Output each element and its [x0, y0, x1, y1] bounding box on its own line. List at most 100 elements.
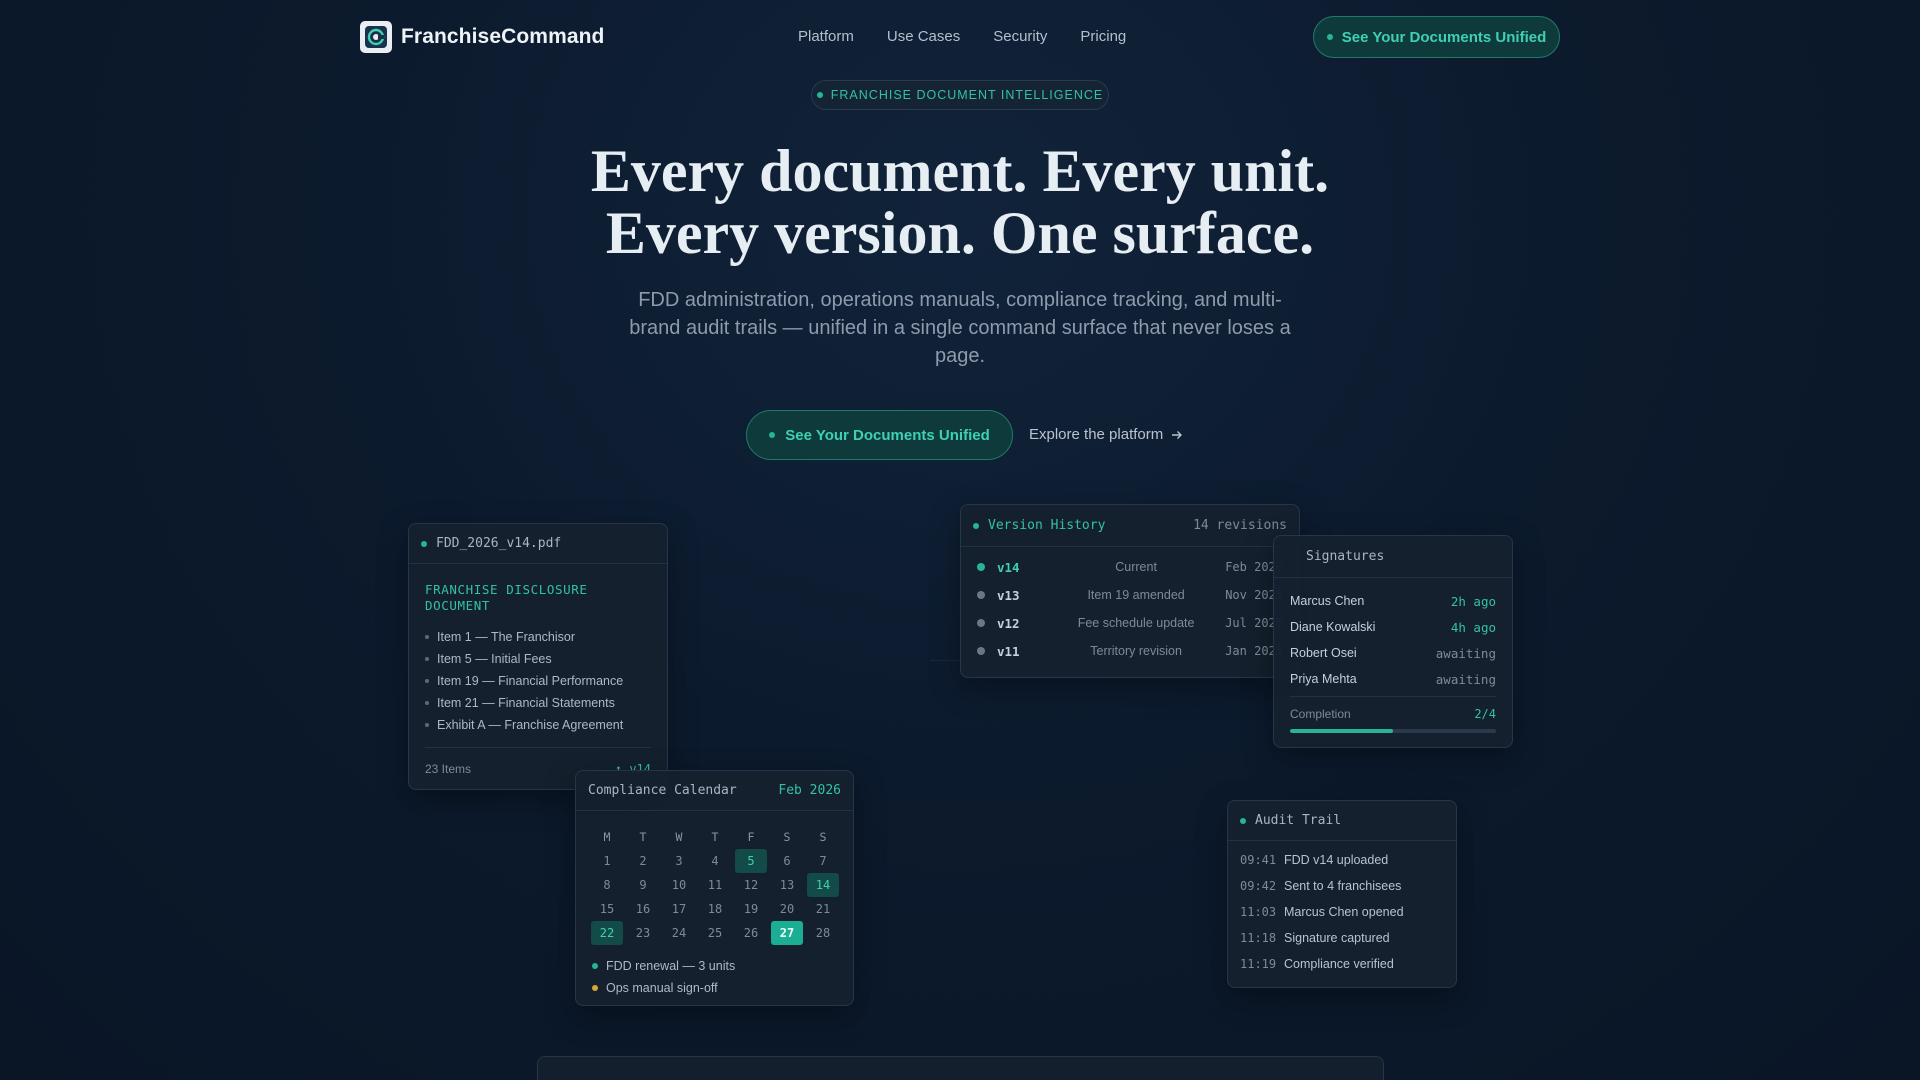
calendar-day[interactable]: 2: [627, 849, 659, 873]
calendar-day[interactable]: 11: [699, 873, 731, 897]
version-label: v11: [997, 643, 1020, 659]
calendar-day[interactable]: 19: [735, 897, 767, 921]
explore-platform-link[interactable]: Explore the platform: [1029, 426, 1183, 443]
audit-time: 11:03: [1240, 905, 1277, 919]
audit-dot-icon: [1240, 817, 1246, 824]
list-item[interactable]: Exhibit A — Franchise Agreement: [425, 714, 651, 736]
nav-link-use-cases[interactable]: Use Cases: [887, 28, 960, 45]
nav-link-platform[interactable]: Platform: [798, 28, 854, 45]
calendar-legend: FDD renewal — 3 units Ops manual sign-of…: [592, 955, 853, 999]
compliance-calendar-card[interactable]: Compliance Calendar Feb 2026 MTWTFSS1234…: [575, 770, 854, 1006]
audit-event: Compliance verified: [1284, 957, 1394, 971]
signatures-card[interactable]: Signatures Marcus Chen 2h ago Diane Kowa…: [1273, 535, 1513, 748]
list-item[interactable]: Item 1 — The Franchisor: [425, 626, 651, 648]
calendar-day[interactable]: 3: [663, 849, 695, 873]
explore-platform-label: Explore the platform: [1029, 426, 1164, 443]
file-status-dot-icon: [421, 540, 427, 547]
cta-dot-icon: [769, 432, 776, 438]
calendar-day[interactable]: 10: [663, 873, 695, 897]
version-label: v13: [997, 587, 1020, 603]
fdd-item-label: Item 1 — The Franchisor: [437, 630, 576, 644]
nav-cta-button[interactable]: See Your Documents Unified: [1313, 16, 1560, 58]
signature-row[interactable]: Marcus Chen 2h ago: [1274, 588, 1512, 614]
audit-row[interactable]: 09:42 Sent to 4 franchisees: [1228, 873, 1456, 899]
calendar-day[interactable]: 20: [771, 897, 803, 921]
audit-trail-title: Audit Trail: [1255, 813, 1342, 828]
version-row[interactable]: v11 Territory revision Jan 2025: [961, 637, 1299, 665]
audit-row[interactable]: 11:18 Signature captured: [1228, 925, 1456, 951]
audit-row[interactable]: 11:03 Marcus Chen opened: [1228, 899, 1456, 925]
legend-teal-dot-icon: [592, 963, 598, 969]
list-item[interactable]: Item 19 — Financial Performance: [425, 670, 651, 692]
calendar-day[interactable]: 23: [627, 921, 659, 945]
list-item[interactable]: Item 21 — Financial Statements: [425, 692, 651, 714]
calendar-weekday: S: [819, 830, 827, 844]
calendar-day[interactable]: 12: [735, 873, 767, 897]
version-history-title: Version History: [988, 518, 1106, 533]
signature-row[interactable]: Priya Mehta awaiting: [1274, 666, 1512, 692]
audit-row[interactable]: 11:19 Compliance verified: [1228, 951, 1456, 977]
hero-cta-button[interactable]: See Your Documents Unified: [746, 410, 1013, 460]
nav-cta-label: See Your Documents Unified: [1341, 28, 1547, 46]
calendar-day[interactable]: 27: [771, 921, 803, 945]
audit-row[interactable]: 09:41 FDD v14 uploaded: [1228, 847, 1456, 873]
version-dot-icon: [977, 591, 985, 599]
calendar-day[interactable]: 9: [627, 873, 659, 897]
calendar-day[interactable]: 1: [591, 849, 623, 873]
nav-links: Platform Use Cases Security Pricing: [798, 28, 1126, 45]
legend-amber-dot-icon: [592, 985, 598, 991]
signature-status: 2h ago: [1450, 593, 1496, 609]
calendar-weekday: T: [711, 830, 719, 844]
calendar-day[interactable]: 7: [807, 849, 839, 873]
legend-label: FDD renewal — 3 units: [606, 959, 736, 973]
bullet-icon: [425, 723, 429, 727]
version-row[interactable]: v13 Item 19 amended Nov 2025: [961, 581, 1299, 609]
calendar-day[interactable]: 24: [663, 921, 695, 945]
top-nav: FranchiseCommand Platform Use Cases Secu…: [0, 0, 1920, 74]
version-row[interactable]: v14 Current Feb 2026: [961, 553, 1299, 581]
fdd-document-card[interactable]: FDD_2026_v14.pdf FRANCHISE DISCLOSURE DO…: [408, 523, 668, 790]
calendar-day[interactable]: 16: [627, 897, 659, 921]
eyebrow-dot-icon: [816, 92, 823, 98]
dashboard-preview-panel: [537, 1056, 1384, 1080]
calendar-day[interactable]: 26: [735, 921, 767, 945]
brand-name: FranchiseCommand: [401, 25, 605, 48]
fdd-card-header: FDD_2026_v14.pdf: [409, 524, 667, 564]
signature-row[interactable]: Diane Kowalski 4h ago: [1274, 614, 1512, 640]
calendar-day[interactable]: 25: [699, 921, 731, 945]
calendar-day[interactable]: 28: [807, 921, 839, 945]
signatures-header: Signatures: [1274, 536, 1512, 578]
fdd-item-list: Item 1 — The Franchisor Item 5 — Initial…: [425, 626, 651, 736]
brand-logo[interactable]: FranchiseCommand: [360, 21, 604, 53]
completion-progress-bar: [1290, 729, 1496, 733]
calendar-day[interactable]: 5: [735, 849, 767, 873]
version-history-header: Version History 14 revisions: [961, 505, 1299, 547]
calendar-day[interactable]: 8: [591, 873, 623, 897]
version-dot-icon: [977, 619, 985, 627]
version-history-card[interactable]: Version History 14 revisions v14 Current…: [960, 504, 1300, 678]
calendar-day[interactable]: 14: [807, 873, 839, 897]
signature-status: 4h ago: [1450, 619, 1496, 635]
version-desc: Territory revision: [1090, 644, 1182, 658]
hero-subtitle: FDD administration, operations manuals, …: [629, 289, 1291, 367]
calendar-day[interactable]: 21: [807, 897, 839, 921]
signature-row[interactable]: Robert Osei awaiting: [1274, 640, 1512, 666]
calendar-day[interactable]: 6: [771, 849, 803, 873]
bullet-icon: [425, 635, 429, 639]
calendar-day[interactable]: 22: [591, 921, 623, 945]
version-row[interactable]: v12 Fee schedule update Jul 2025: [961, 609, 1299, 637]
calendar-day[interactable]: 13: [771, 873, 803, 897]
nav-link-pricing[interactable]: Pricing: [1080, 28, 1126, 45]
version-desc: Item 19 amended: [1087, 588, 1185, 602]
nav-link-security[interactable]: Security: [993, 28, 1047, 45]
calendar-day[interactable]: 4: [699, 849, 731, 873]
list-item[interactable]: Item 5 — Initial Fees: [425, 648, 651, 670]
calendar-day[interactable]: 18: [699, 897, 731, 921]
version-desc: Current: [1115, 560, 1157, 574]
calendar-header: Compliance Calendar Feb 2026: [576, 771, 853, 811]
audit-trail-card[interactable]: Audit Trail 09:41 FDD v14 uploaded 09:42 S…: [1227, 800, 1457, 988]
hero-eyebrow-badge: FRANCHISE DOCUMENT INTELLIGENCE: [811, 80, 1109, 110]
calendar-day[interactable]: 17: [663, 897, 695, 921]
calendar-day[interactable]: 15: [591, 897, 623, 921]
audit-event: Marcus Chen opened: [1284, 905, 1404, 919]
